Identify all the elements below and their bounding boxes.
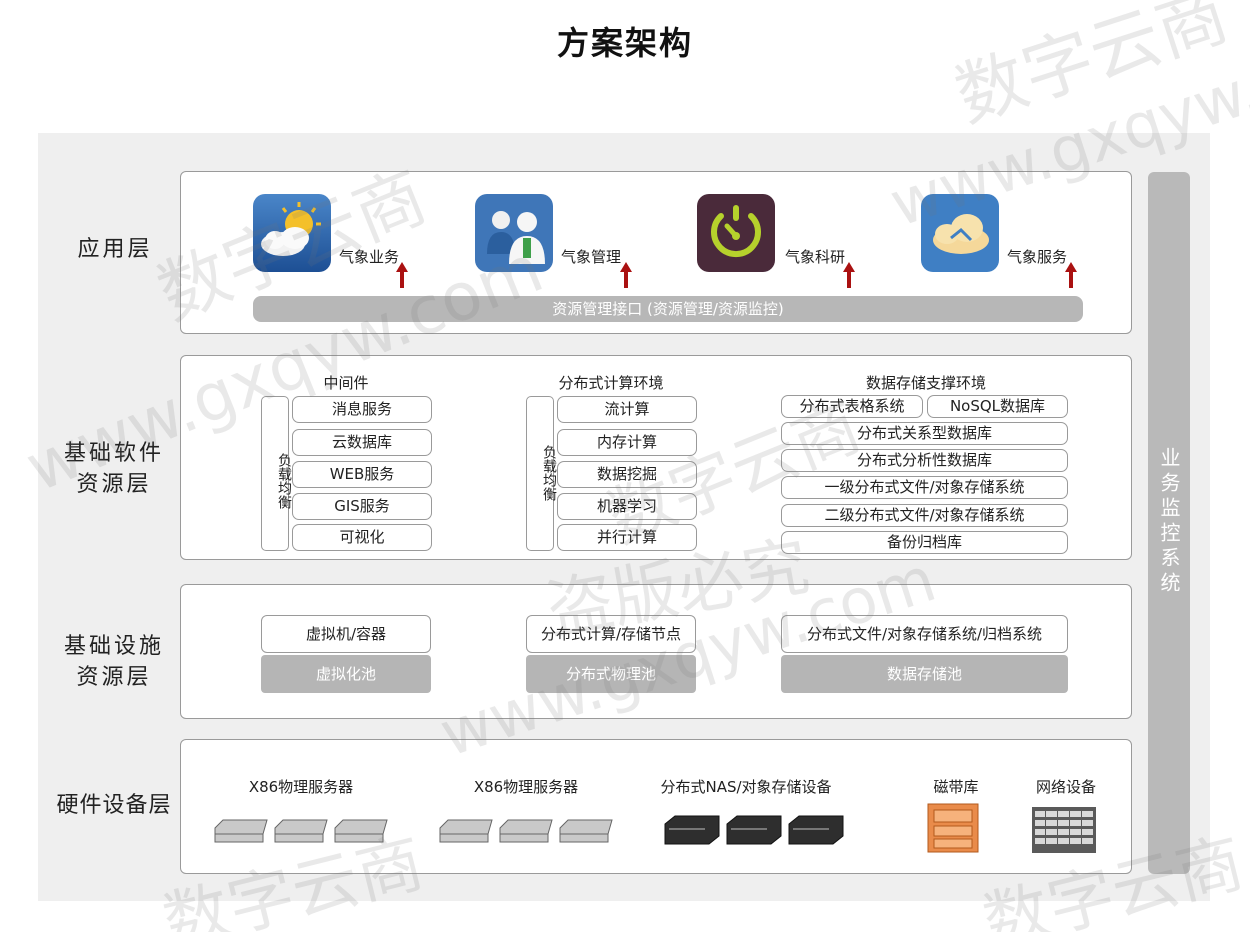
up-arrow-icon bbox=[620, 262, 632, 288]
storage-item[interactable]: 二级分布式文件/对象存储系统 bbox=[781, 504, 1068, 527]
layer-label-hardware-text: 硬件设备层 bbox=[56, 793, 172, 818]
resource-api-bar[interactable]: 资源管理接口 (资源管理/资源监控) bbox=[253, 296, 1083, 322]
middleware-item[interactable]: WEB服务 bbox=[292, 461, 432, 488]
layer-label-infra-line1: 基础设施 bbox=[63, 634, 164, 659]
compute-load-balance: 负载均衡 bbox=[526, 396, 557, 551]
hardware-label: 磁带库 bbox=[933, 778, 979, 796]
layer-label-software-line1: 基础软件 bbox=[63, 441, 164, 466]
hardware-label: X86物理服务器 bbox=[473, 778, 579, 796]
network-switch-icon bbox=[1031, 806, 1097, 854]
compute-item[interactable]: 并行计算 bbox=[557, 524, 697, 551]
compute-item[interactable]: 数据挖掘 bbox=[557, 461, 697, 488]
compute-load-balance-text: 负载均衡 bbox=[541, 445, 557, 501]
layer-label-software-line2: 资源层 bbox=[76, 472, 152, 497]
weather-sun-cloud-icon bbox=[253, 194, 331, 272]
layer-label-infra: 基础设施 资源层 bbox=[50, 631, 178, 693]
research-timer-icon bbox=[697, 194, 775, 272]
up-arrow-icon bbox=[1065, 262, 1077, 288]
hardware-label: 分布式NAS/对象存储设备 bbox=[660, 778, 832, 796]
app-weather-research[interactable]: 气象科研 bbox=[697, 194, 867, 274]
people-management-icon bbox=[475, 194, 553, 272]
storage-title: 数据存储支撑环境 bbox=[865, 374, 986, 392]
up-arrow-icon bbox=[843, 262, 855, 288]
app-weather-management[interactable]: 气象管理 bbox=[475, 194, 635, 274]
server-icon bbox=[211, 814, 391, 848]
infra-node[interactable]: 虚拟机/容器 bbox=[261, 615, 431, 653]
infra-pool[interactable]: 数据存储池 bbox=[781, 655, 1068, 693]
infra-pool[interactable]: 虚拟化池 bbox=[261, 655, 431, 693]
business-monitor-bar[interactable]: 业务监控系统 bbox=[1148, 172, 1190, 874]
app-label-weather-research: 气象科研 bbox=[785, 248, 846, 266]
middleware-item[interactable]: 云数据库 bbox=[292, 429, 432, 456]
storage-item[interactable]: 分布式分析性数据库 bbox=[781, 449, 1068, 472]
cloud-service-icon bbox=[921, 194, 999, 272]
storage-item[interactable]: 一级分布式文件/对象存储系统 bbox=[781, 476, 1068, 499]
middleware-item[interactable]: GIS服务 bbox=[292, 493, 432, 520]
hardware-layer-panel: X86物理服务器 X86物理服务器 分布式NAS/对象存储设备 磁带库 网络设备 bbox=[180, 739, 1132, 874]
compute-item[interactable]: 流计算 bbox=[557, 396, 697, 423]
infra-pool[interactable]: 分布式物理池 bbox=[526, 655, 696, 693]
infra-node[interactable]: 分布式计算/存储节点 bbox=[526, 615, 696, 653]
up-arrow-icon bbox=[396, 262, 408, 288]
tape-library-icon bbox=[926, 802, 982, 854]
app-layer-panel: 气象业务 气象管理 气象科研 气象服务 资源管理接口 (资源管理/资源监控) bbox=[180, 171, 1132, 334]
hardware-label: 网络设备 bbox=[1035, 778, 1096, 796]
middleware-load-balance-text: 负载均衡 bbox=[276, 453, 292, 509]
storage-item[interactable]: 分布式表格系统 bbox=[781, 395, 923, 418]
app-label-weather-service: 气象服务 bbox=[1007, 248, 1068, 266]
compute-item[interactable]: 内存计算 bbox=[557, 429, 697, 456]
page-title: 方案架构 bbox=[556, 24, 693, 62]
middleware-item[interactable]: 可视化 bbox=[292, 524, 432, 551]
nas-storage-icon bbox=[661, 812, 851, 850]
layer-label-infra-line2: 资源层 bbox=[76, 665, 152, 690]
layer-label-app: 应用层 bbox=[60, 234, 170, 265]
software-layer-panel: 中间件 负载均衡 消息服务 云数据库 WEB服务 GIS服务 可视化 分布式计算… bbox=[180, 355, 1132, 560]
layer-label-software: 基础软件 资源层 bbox=[50, 438, 178, 500]
business-monitor-text: 业务监控系统 bbox=[1157, 447, 1181, 597]
server-icon bbox=[436, 814, 616, 848]
infra-node[interactable]: 分布式文件/对象存储系统/归档系统 bbox=[781, 615, 1068, 653]
storage-item[interactable]: 分布式关系型数据库 bbox=[781, 422, 1068, 445]
infra-layer-panel: 虚拟机/容器 虚拟化池 分布式计算/存储节点 分布式物理池 分布式文件/对象存储… bbox=[180, 584, 1132, 719]
middleware-item[interactable]: 消息服务 bbox=[292, 396, 432, 423]
app-label-weather-business: 气象业务 bbox=[339, 248, 400, 266]
compute-title: 分布式计算环境 bbox=[558, 374, 664, 392]
layer-label-app-text: 应用层 bbox=[77, 237, 153, 262]
layer-label-hardware: 硬件设备层 bbox=[50, 790, 178, 821]
middleware-load-balance: 负载均衡 bbox=[261, 396, 292, 551]
app-label-weather-management: 气象管理 bbox=[561, 248, 622, 266]
app-weather-business[interactable]: 气象业务 bbox=[253, 194, 413, 274]
storage-item[interactable]: NoSQL数据库 bbox=[927, 395, 1068, 418]
hardware-label: X86物理服务器 bbox=[248, 778, 354, 796]
middleware-title: 中间件 bbox=[323, 374, 369, 392]
storage-item[interactable]: 备份归档库 bbox=[781, 531, 1068, 554]
compute-item[interactable]: 机器学习 bbox=[557, 493, 697, 520]
